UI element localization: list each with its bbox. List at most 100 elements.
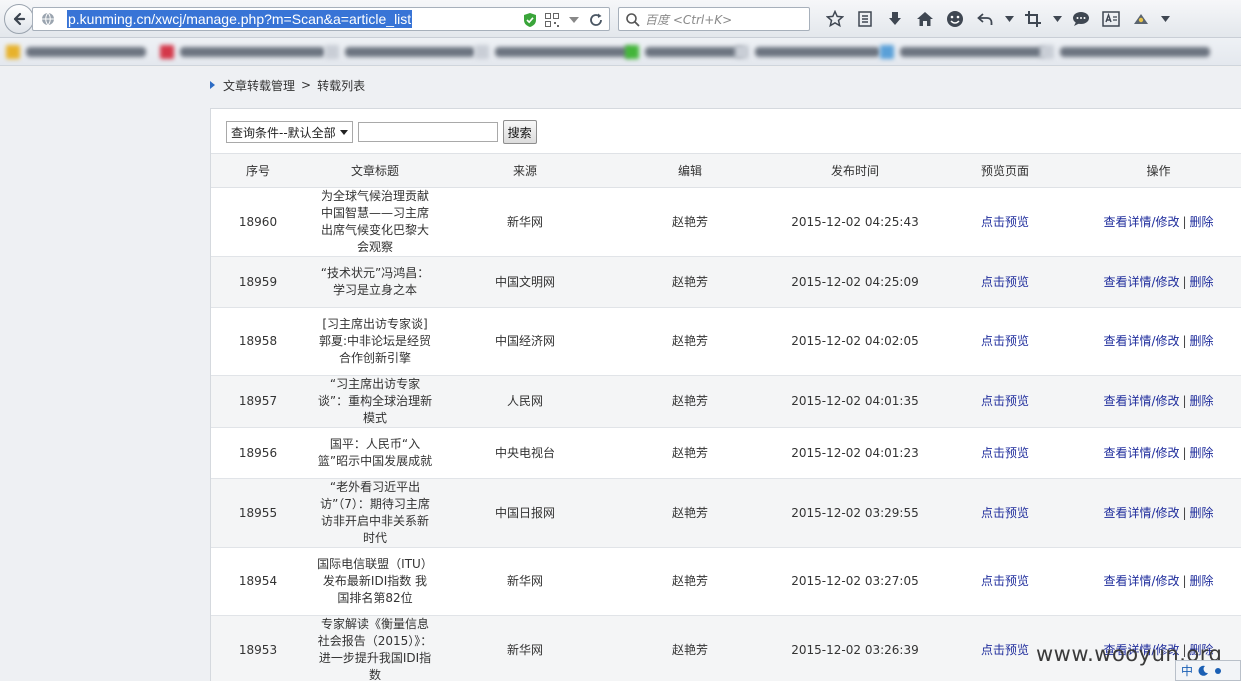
crop-icon[interactable]: [1018, 7, 1048, 31]
cell-id: 18960: [211, 187, 305, 257]
dropdown-arrow-icon[interactable]: [565, 11, 583, 29]
star-icon[interactable]: [820, 7, 850, 31]
action-separator: |: [1182, 394, 1187, 408]
search-button[interactable]: 搜索: [502, 120, 537, 144]
bookmark-item[interactable]: [6, 45, 146, 59]
bookmark-item[interactable]: [325, 45, 475, 59]
delete-link[interactable]: 删除: [1190, 446, 1214, 460]
cell-time: 2015-12-02 04:01:35: [775, 375, 935, 428]
url-bar[interactable]: p.kunming.cn/xwcj/manage.php?m=Scan&a=ar…: [32, 7, 610, 31]
chevron-down-icon[interactable]: [1048, 7, 1066, 31]
cell-id: 18957: [211, 375, 305, 428]
cell-title: [习主席出访专家谈]郭夏:中非论坛是经贸合作创新引擎: [305, 307, 445, 376]
edit-link[interactable]: 查看详情/修改: [1103, 275, 1179, 289]
smile-icon[interactable]: [940, 7, 970, 31]
cell-actions: 查看详情/修改 | 删除: [1075, 307, 1241, 376]
cell-id: 18956: [211, 427, 305, 479]
column-header-id: 序号: [211, 153, 305, 188]
cell-title: 为全球气候治理贡献中国智慧——习主席出席气候变化巴黎大会观察: [305, 187, 445, 257]
preview-link[interactable]: 点击预览: [981, 334, 1029, 348]
delete-link[interactable]: 删除: [1190, 215, 1214, 229]
preview-link[interactable]: 点击预览: [981, 643, 1029, 657]
breadcrumb: 文章转载管理 > 转载列表: [210, 77, 365, 93]
cell-preview: 点击预览: [935, 427, 1075, 479]
cell-id: 18959: [211, 256, 305, 308]
cell-editor: 赵艳芳: [605, 615, 775, 681]
cell-title: “老外看习近平出访”（7）：期待习主席访非开启中非关系新时代: [305, 478, 445, 548]
table-row: 18956 国平：人民币“入篮”昭示中国发展成就 中央电视台 赵艳芳 2015-…: [211, 427, 1241, 479]
search-input[interactable]: [357, 122, 498, 142]
edit-link[interactable]: 查看详情/修改: [1103, 506, 1179, 520]
edit-link[interactable]: 查看详情/修改: [1103, 574, 1179, 588]
delete-link[interactable]: 删除: [1190, 334, 1214, 348]
cell-source: 中央电视台: [445, 427, 605, 479]
download-icon[interactable]: [880, 7, 910, 31]
bookmark-item[interactable]: [160, 45, 325, 59]
back-button[interactable]: [4, 4, 34, 34]
reader-icon[interactable]: [1096, 7, 1126, 31]
column-header-title: 文章标题: [305, 153, 445, 188]
cell-title: “技术状元”冯鸿昌：学习是立身之本: [305, 256, 445, 308]
ime-tray[interactable]: 中: [1175, 660, 1241, 681]
cell-actions: 查看详情/修改 | 删除: [1075, 427, 1241, 479]
preview-link[interactable]: 点击预览: [981, 574, 1029, 588]
cell-actions: 查看详情/修改 | 删除: [1075, 478, 1241, 548]
search-bar[interactable]: 百度 <Ctrl+K>: [618, 7, 810, 31]
chat-icon[interactable]: [1066, 7, 1096, 31]
table-row: 18959 “技术状元”冯鸿昌：学习是立身之本 中国文明网 赵艳芳 2015-1…: [211, 256, 1241, 308]
cell-id: 18953: [211, 615, 305, 681]
delete-link[interactable]: 删除: [1190, 394, 1214, 408]
cell-actions: 查看详情/修改 | 删除: [1075, 375, 1241, 428]
edit-link[interactable]: 查看详情/修改: [1103, 334, 1179, 348]
delete-link[interactable]: 删除: [1190, 574, 1214, 588]
bookmark-item[interactable]: [735, 45, 880, 59]
cell-actions: 查看详情/修改 | 删除: [1075, 187, 1241, 257]
home-icon[interactable]: [910, 7, 940, 31]
preview-link[interactable]: 点击预览: [981, 215, 1029, 229]
query-condition-select[interactable]: 查询条件--默认全部: [226, 121, 353, 143]
globe-icon: [42, 12, 54, 26]
column-header-actions: 操作: [1075, 153, 1241, 188]
cell-editor: 赵艳芳: [605, 478, 775, 548]
cell-source: 中国经济网: [445, 307, 605, 376]
chevron-down-icon[interactable]: [1000, 7, 1018, 31]
cell-title: 国平：人民币“入篮”昭示中国发展成就: [305, 427, 445, 479]
breadcrumb-separator: >: [301, 78, 312, 92]
cell-id: 18958: [211, 307, 305, 376]
cell-preview: 点击预览: [935, 187, 1075, 257]
breadcrumb-parent[interactable]: 文章转载管理: [223, 77, 295, 94]
chevron-down-icon[interactable]: [1156, 7, 1174, 31]
cell-id: 18954: [211, 547, 305, 616]
edit-link[interactable]: 查看详情/修改: [1103, 215, 1179, 229]
preview-link[interactable]: 点击预览: [981, 275, 1029, 289]
bookmark-item[interactable]: [880, 45, 1045, 59]
bookmark-item[interactable]: [625, 45, 745, 59]
action-separator: |: [1182, 505, 1187, 520]
bookmark-item[interactable]: [1040, 45, 1210, 59]
delete-link[interactable]: 删除: [1190, 275, 1214, 289]
reload-icon[interactable]: [587, 11, 605, 29]
preview-link[interactable]: 点击预览: [981, 446, 1029, 460]
preview-link[interactable]: 点击预览: [981, 506, 1029, 520]
bookmark-item[interactable]: [475, 45, 630, 59]
url-text[interactable]: p.kunming.cn/xwcj/manage.php?m=Scan&a=ar…: [67, 10, 413, 28]
preview-link[interactable]: 点击预览: [981, 394, 1029, 408]
table-row: 18954 国际电信联盟（ITU）发布最新IDI指数 我国排名第82位 新华网 …: [211, 547, 1241, 616]
cell-preview: 点击预览: [935, 256, 1075, 308]
undo-icon[interactable]: [970, 7, 1000, 31]
reading-list-icon[interactable]: [850, 7, 880, 31]
cell-actions: 查看详情/修改 | 删除: [1075, 547, 1241, 616]
qr-code-icon[interactable]: [543, 11, 561, 29]
column-header-source: 来源: [445, 153, 605, 188]
filter-bar: 查询条件--默认全部 搜索: [226, 119, 537, 145]
edit-link[interactable]: 查看详情/修改: [1103, 446, 1179, 460]
edit-link[interactable]: 查看详情/修改: [1103, 394, 1179, 408]
cell-editor: 赵艳芳: [605, 187, 775, 257]
query-condition-value: 查询条件--默认全部: [231, 125, 336, 140]
column-header-editor: 编辑: [605, 153, 775, 188]
delete-link[interactable]: 删除: [1190, 506, 1214, 520]
ime-label: 中: [1181, 664, 1194, 678]
search-placeholder: 百度 <Ctrl+K>: [645, 13, 733, 27]
plugin-icon[interactable]: [1126, 7, 1156, 31]
shield-icon[interactable]: [521, 11, 539, 29]
